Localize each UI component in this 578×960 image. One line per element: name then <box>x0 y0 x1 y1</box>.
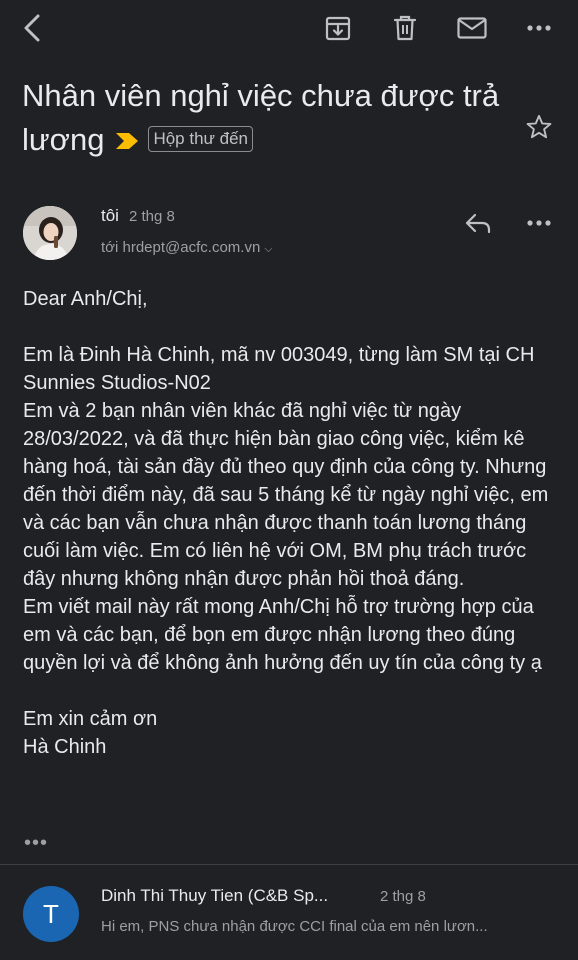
top-toolbar <box>0 0 578 56</box>
reply-date: 2 thg 8 <box>380 888 426 905</box>
inbox-label[interactable]: Hộp thư đến <box>148 125 254 152</box>
back-arrow-icon[interactable] <box>14 10 50 46</box>
trash-icon[interactable] <box>389 12 421 44</box>
reply-snippet[interactable]: Hi em, PNS chưa nhận được CCI final của … <box>101 918 488 935</box>
recipient-details[interactable]: tới hrdept@acfc.com.vn ⌵ <box>101 239 273 256</box>
recipient-text: tới hrdept@acfc.com.vn <box>101 239 261 256</box>
archive-icon[interactable] <box>322 12 354 44</box>
sender-name: tôi <box>101 206 119 225</box>
reply-sender-avatar[interactable]: T <box>23 886 79 942</box>
subject-text: Nhân viên nghỉ việc chưa được trả lương <box>22 78 500 157</box>
reply-sender-name[interactable]: Dinh Thi Thuy Tien (C&B Sp... <box>101 886 328 906</box>
mail-icon[interactable] <box>454 12 490 44</box>
reply-icon[interactable] <box>460 208 496 238</box>
star-icon[interactable] <box>522 110 556 144</box>
message-more-icon[interactable] <box>522 208 556 238</box>
important-marker-icon[interactable] <box>114 118 140 162</box>
sender-avatar[interactable] <box>23 206 77 260</box>
chevron-down-icon[interactable]: ⌵ <box>264 243 272 255</box>
message-date: 2 thg 8 <box>128 208 175 225</box>
divider <box>0 864 578 865</box>
more-horizontal-icon[interactable] <box>522 12 556 44</box>
message-body: Dear Anh/Chị, Em là Đinh Hà Chinh, mã nv… <box>23 288 549 758</box>
show-trimmed-content[interactable]: ••• <box>24 832 48 855</box>
email-subject: Nhân viên nghỉ việc chưa được trả lương H… <box>22 74 522 164</box>
message-sender: tôi 2 thg 8 <box>101 206 175 226</box>
